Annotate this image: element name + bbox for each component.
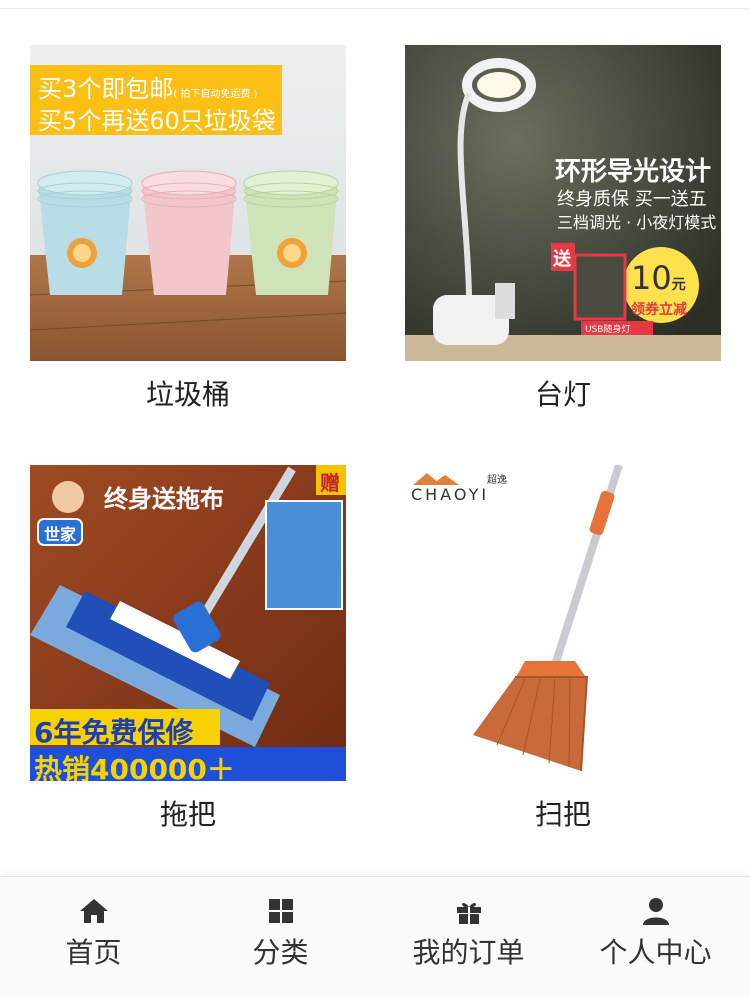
home-icon — [80, 899, 108, 923]
promo-sub-2: 三档调光 · 小夜灯模式 — [557, 213, 717, 232]
product-name[interactable]: 拖把 — [30, 795, 346, 835]
promo-note: ( 拍下自动免运费 ) — [173, 89, 258, 100]
promo-sub-1: 终身质保 买一送五 — [557, 189, 707, 210]
top-divider — [0, 0, 750, 9]
promo-line-1: 买3个即包邮 — [38, 75, 174, 103]
gift-badge: 赠 — [320, 471, 340, 495]
gift-tag: 送 — [553, 249, 571, 270]
promo-line-2: 买5个再送60只垃圾袋 — [38, 107, 276, 135]
coupon-value: 10 — [631, 259, 672, 297]
tab-orders[interactable]: 我的订单 — [375, 877, 562, 997]
mop-brand: 世家 — [44, 525, 77, 544]
mop-banner: 终身送拖布 — [104, 485, 224, 513]
brand-logo-cn: 超逸 — [487, 475, 507, 486]
product-name[interactable]: 台灯 — [405, 375, 721, 415]
tab-label: 首页 — [65, 936, 122, 969]
warranty-text: 6年免费保修 — [34, 716, 194, 749]
product-image-mop[interactable]: 终身送拖布 世家 赠 6年免费保修 热销400000＋ — [30, 465, 346, 781]
tab-home[interactable]: 首页 — [0, 877, 187, 997]
product-image-desk-lamp[interactable]: 环形导光设计 终身质保 买一送五 三档调光 · 小夜灯模式 送 10元 领券立减… — [405, 45, 721, 361]
brand-logo-text: CHAOYI — [411, 485, 490, 504]
product-image-trash-can[interactable]: 买3个即包邮( 拍下自动免运费 ) 买5个再送60只垃圾袋 — [30, 45, 346, 361]
bottom-tab-bar: 首页 分类 我的订单 个人中心 — [0, 876, 750, 997]
product-name[interactable]: 垃圾桶 — [30, 375, 346, 415]
coupon-unit: 元 — [671, 277, 686, 293]
tab-category[interactable]: 分类 — [187, 877, 374, 997]
tab-label: 我的订单 — [412, 936, 525, 969]
tab-profile[interactable]: 个人中心 — [562, 877, 749, 997]
gift-icon — [457, 902, 481, 924]
sales-text: 热销400000＋ — [34, 753, 235, 781]
user-icon — [643, 898, 669, 925]
usb-label: USB随身灯 — [585, 325, 631, 335]
grid-icon — [269, 899, 293, 923]
product-image-broom[interactable]: CHAOYI 超逸 — [405, 465, 721, 781]
coupon-text: 领券立减 — [631, 302, 687, 318]
product-name[interactable]: 扫把 — [405, 795, 721, 835]
tab-label: 分类 — [252, 936, 309, 969]
promo-title: 环形导光设计 — [555, 157, 712, 187]
tab-label: 个人中心 — [599, 936, 712, 969]
